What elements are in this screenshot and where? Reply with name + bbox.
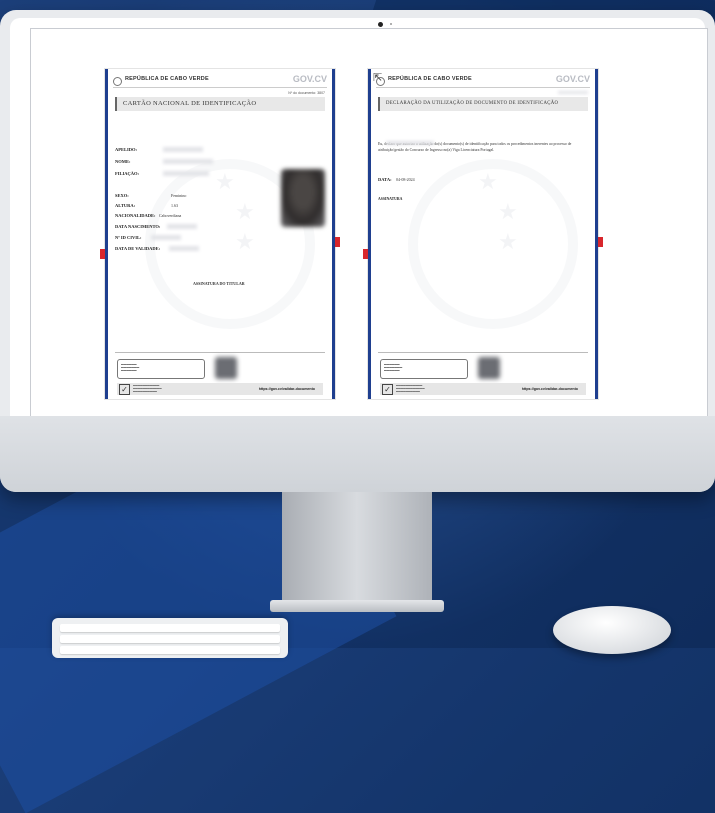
value-nacionalidade: Caboverdiana bbox=[159, 213, 182, 218]
right-border-bar bbox=[332, 69, 335, 399]
star-icon: ★ bbox=[215, 169, 235, 194]
checkmark-icon: ✓ bbox=[382, 384, 393, 395]
emblem-icon bbox=[113, 77, 122, 86]
camera-icon bbox=[378, 22, 383, 27]
checkmark-icon: ✓ bbox=[119, 384, 130, 395]
value-data: 04-08-2024 bbox=[396, 177, 415, 182]
red-marker bbox=[100, 249, 105, 259]
label-assinatura: ASSINATURA bbox=[378, 197, 403, 201]
redacted-value bbox=[151, 235, 181, 240]
redacted-value bbox=[163, 159, 213, 164]
header-title: REPÚBLICA DE CABO VERDE bbox=[125, 76, 209, 82]
red-marker bbox=[335, 237, 340, 247]
keyboard-key-row bbox=[60, 624, 280, 632]
header-divider bbox=[113, 87, 327, 88]
document-title: CARTÃO NACIONAL DE IDENTIFICAÇÃO bbox=[123, 100, 257, 107]
redacted-name bbox=[386, 141, 434, 145]
footer-divider bbox=[115, 352, 325, 353]
star-icon: ★ bbox=[498, 229, 518, 254]
label-data: DATA: bbox=[378, 177, 392, 182]
star-icon: ★ bbox=[498, 199, 518, 224]
label-filiacao: FILIAÇÃO: bbox=[115, 171, 140, 176]
qr-code bbox=[478, 357, 500, 379]
screen: ★ ★ ★ REPÚBLICA DE CABO VERDE GOV.CV Nº … bbox=[30, 28, 708, 418]
left-border-bar bbox=[368, 69, 371, 399]
title-box: CARTÃO NACIONAL DE IDENTIFICAÇÃO bbox=[115, 97, 325, 111]
monitor-chin bbox=[0, 416, 715, 492]
right-border-bar bbox=[595, 69, 598, 399]
value-altura: 1.63 bbox=[171, 203, 178, 208]
document-number: Nº do documento: 3807 bbox=[288, 91, 325, 95]
title-box: DECLARAÇÃO DA UTILIZAÇÃO DE DOCUMENTO DE… bbox=[378, 97, 588, 111]
label-nome: NOME: bbox=[115, 159, 131, 164]
signature-label: ASSINATURA DO TITULAR bbox=[193, 281, 245, 286]
qr-code bbox=[215, 357, 237, 379]
redacted-value bbox=[169, 246, 199, 251]
verification-text: ▬▬▬▬▬▬ ▬▬▬▬▬▬▬ ▬▬▬▬▬▬ bbox=[384, 363, 403, 373]
header-title: REPÚBLICA DE CABO VERDE bbox=[388, 76, 472, 82]
monitor-bezel: ★ ★ ★ REPÚBLICA DE CABO VERDE GOV.CV Nº … bbox=[10, 18, 708, 418]
header-divider bbox=[376, 87, 590, 88]
holder-photo bbox=[281, 169, 325, 227]
gov-logo: GOV.CV bbox=[292, 74, 327, 84]
keyboard-key-row bbox=[60, 646, 280, 654]
validation-link[interactable]: https://gov.cv/validar-documento bbox=[259, 387, 315, 391]
value-sexo: Feminino bbox=[171, 193, 187, 198]
star-icon: ★ bbox=[235, 229, 255, 254]
camera-sensor bbox=[390, 23, 392, 25]
monitor: ★ ★ ★ REPÚBLICA DE CABO VERDE GOV.CV Nº … bbox=[0, 10, 715, 492]
identity-card-document: ★ ★ ★ REPÚBLICA DE CABO VERDE GOV.CV Nº … bbox=[100, 69, 340, 399]
redacted-value bbox=[163, 147, 203, 152]
red-marker bbox=[363, 249, 368, 259]
redacted-value bbox=[167, 224, 197, 229]
redacted-document-number bbox=[558, 91, 588, 94]
keyboard-key-row bbox=[60, 635, 280, 643]
star-icon: ★ bbox=[478, 169, 498, 194]
verification-box: ▬▬▬▬▬▬ ▬▬▬▬▬▬▬ ▬▬▬▬▬▬ bbox=[117, 359, 205, 379]
mouse-cursor-icon: ⇱ bbox=[373, 72, 383, 84]
label-apelido: APELIDO: bbox=[115, 147, 138, 152]
monitor-stand-base bbox=[270, 600, 444, 612]
validation-link[interactable]: https://gov.cv/validar-documento bbox=[522, 387, 578, 391]
footer-note: ▬▬▬▬▬▬▬▬▬▬▬ ▬▬▬▬▬▬▬▬▬▬▬▬ ▬▬▬▬▬▬▬▬▬▬ bbox=[133, 384, 162, 393]
label-data-nascimento: DATA NASCIMENTO: bbox=[115, 224, 161, 229]
mouse bbox=[553, 606, 671, 654]
monitor-stand bbox=[282, 492, 432, 604]
declaration-document: ★ ★ ★ REPÚBLICA DE CABO VERDE GOV.CV DEC… bbox=[363, 69, 603, 399]
verification-box: ▬▬▬▬▬▬ ▬▬▬▬▬▬▬ ▬▬▬▬▬▬ bbox=[380, 359, 468, 379]
label-altura: ALTURA: bbox=[115, 203, 136, 208]
left-border-bar bbox=[105, 69, 108, 399]
verification-text: ▬▬▬▬▬▬ ▬▬▬▬▬▬▬ ▬▬▬▬▬▬ bbox=[121, 363, 140, 373]
footer-divider bbox=[378, 352, 588, 353]
label-nacionalidade: NACIONALIDADE: bbox=[115, 213, 156, 218]
footer-bar: ✓ ▬▬▬▬▬▬▬▬▬▬▬ ▬▬▬▬▬▬▬▬▬▬▬▬ ▬▬▬▬▬▬▬▬▬▬ http… bbox=[117, 383, 323, 395]
footer-note: ▬▬▬▬▬▬▬▬▬▬▬ ▬▬▬▬▬▬▬▬▬▬▬▬ ▬▬▬▬▬▬▬▬▬▬ bbox=[396, 384, 425, 393]
document-title: DECLARAÇÃO DA UTILIZAÇÃO DE DOCUMENTO DE… bbox=[386, 101, 559, 106]
label-sexo: SEXO: bbox=[115, 193, 129, 198]
footer-bar: ✓ ▬▬▬▬▬▬▬▬▬▬▬ ▬▬▬▬▬▬▬▬▬▬▬▬ ▬▬▬▬▬▬▬▬▬▬ http… bbox=[380, 383, 586, 395]
label-id-civil: Nº ID CIVIL: bbox=[115, 235, 142, 240]
gov-logo: GOV.CV bbox=[555, 74, 590, 84]
red-marker bbox=[598, 237, 603, 247]
keyboard bbox=[52, 618, 288, 658]
label-data-validade: DATA DE VALIDADE: bbox=[115, 246, 161, 251]
star-icon: ★ bbox=[235, 199, 255, 224]
redacted-value bbox=[163, 171, 209, 176]
